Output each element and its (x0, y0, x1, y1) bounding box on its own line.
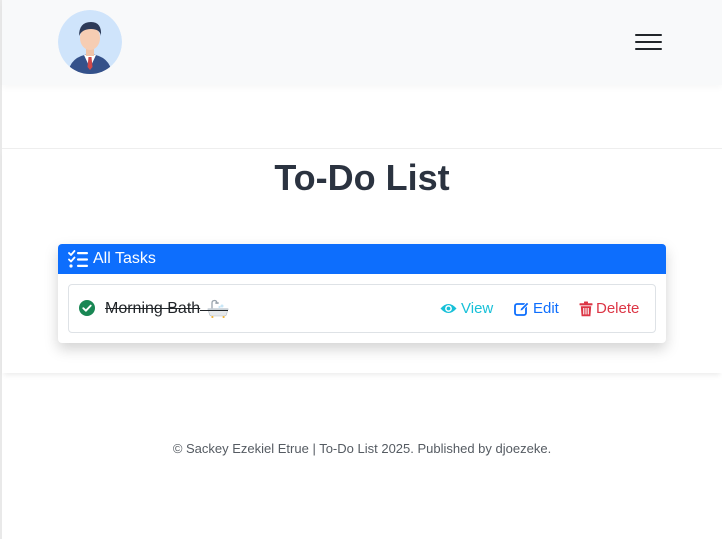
task-row: Morning Bath View Edit Delete (68, 284, 656, 333)
card-header-title: All Tasks (93, 250, 156, 267)
avatar[interactable] (58, 10, 122, 74)
card-header: All Tasks (58, 244, 666, 274)
delete-button-label: Delete (596, 300, 640, 317)
main-section: To-Do List All Tasks Morning Bath View E… (2, 148, 722, 373)
user-avatar-icon (58, 10, 122, 74)
hamburger-menu-icon (635, 34, 662, 36)
footer: © Sackey Ezekiel Etrue | To-Do List 2025… (2, 440, 722, 458)
navbar (2, 0, 722, 85)
eye-icon (440, 304, 457, 313)
task-label: Morning Bath (105, 300, 201, 317)
strike-through-line (200, 310, 228, 311)
view-button-label: View (461, 300, 494, 317)
page-title: To-Do List (274, 157, 450, 198)
trash-icon (579, 301, 593, 317)
edit-icon (514, 301, 530, 316)
hamburger-menu-button[interactable] (635, 34, 662, 52)
bathtub-icon (207, 299, 229, 318)
hamburger-menu-icon-bar (635, 48, 662, 50)
list-check-icon (68, 250, 88, 268)
footer-text: © Sackey Ezekiel Etrue | To-Do List 2025… (172, 441, 552, 456)
hamburger-menu-icon-bar (635, 41, 662, 43)
check-circle-icon[interactable] (79, 300, 95, 316)
edit-button-label: Edit (533, 300, 559, 317)
tasks-card: All Tasks Morning Bath View Edit Delete (58, 244, 666, 343)
